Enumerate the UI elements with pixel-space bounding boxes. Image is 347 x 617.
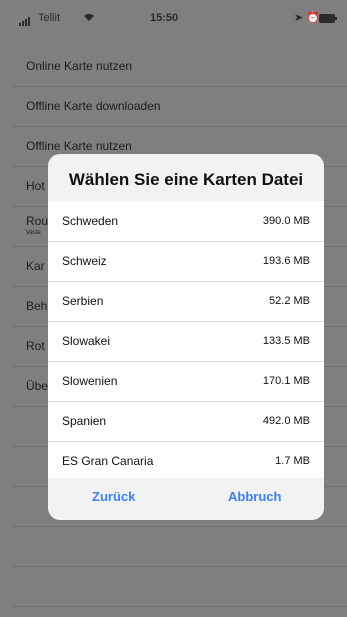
menu-item-empty	[13, 566, 347, 607]
menu-item-label: Online Karte nutzen	[26, 59, 133, 73]
alarm-icon: ⏰	[306, 12, 320, 24]
file-row[interactable]: Spanien 492.0 MB	[48, 401, 324, 442]
file-row[interactable]: Slowakei 133.5 MB	[48, 321, 324, 362]
map-file-list[interactable]: Schweden 390.0 MB Schweiz 193.6 MB Serbi…	[48, 201, 324, 478]
wifi-icon	[83, 12, 95, 25]
map-file-dialog: Wählen Sie eine Karten Datei Schweden 39…	[48, 154, 324, 520]
battery-icon	[319, 14, 337, 23]
file-size: 133.5 MB	[262, 335, 310, 347]
file-name: Slowenien	[62, 374, 118, 388]
file-name: Serbien	[62, 294, 104, 308]
menu-item-label: Beh	[26, 299, 48, 313]
screen: Tellit 15:50 ➤ ⏰ Online Karte nutzen Off…	[0, 0, 347, 617]
menu-item-label: Offline Karte nutzen	[26, 139, 132, 153]
file-name: Slowakei	[62, 334, 111, 348]
file-size: 390.0 MB	[262, 215, 310, 227]
file-size: 170.1 MB	[262, 375, 310, 387]
status-bar: Tellit 15:50 ➤ ⏰	[0, 0, 347, 40]
file-name: Schweden	[62, 214, 119, 228]
menu-item-label: Rot	[26, 339, 45, 353]
file-size: 193.6 MB	[262, 255, 310, 267]
menu-item-sublabel: Vaste	[26, 230, 41, 236]
file-size: 1.7 MB	[275, 455, 310, 467]
file-size: 492.0 MB	[262, 415, 310, 427]
menu-item-label: Offline Karte downloaden	[26, 99, 161, 113]
file-row[interactable]: ES Gran Canaria 1.7 MB	[48, 441, 324, 478]
menu-item-label: Übe	[26, 379, 49, 393]
menu-item-online-map[interactable]: Online Karte nutzen	[13, 46, 347, 87]
cancel-button[interactable]: Abbruch	[228, 489, 281, 504]
status-time: 15:50	[150, 12, 179, 24]
location-arrow-icon: ➤	[294, 12, 304, 24]
menu-item-label: Rou	[26, 214, 49, 228]
file-name: Spanien	[62, 414, 107, 428]
file-row[interactable]: Serbien 52.2 MB	[48, 281, 324, 322]
back-button[interactable]: Zurück	[92, 489, 135, 504]
menu-item-offline-download[interactable]: Offline Karte downloaden	[13, 86, 347, 127]
menu-item-label: Kar	[26, 259, 45, 273]
file-row[interactable]: Slowenien 170.1 MB	[48, 361, 324, 402]
signal-icon	[19, 14, 31, 26]
carrier-label: Tellit	[38, 12, 61, 24]
file-name: Schweiz	[62, 254, 107, 268]
dialog-title: Wählen Sie eine Karten Datei	[68, 170, 304, 189]
file-size: 52.2 MB	[269, 295, 310, 307]
file-row[interactable]: Schweiz 193.6 MB	[48, 241, 324, 282]
menu-item-empty	[13, 526, 347, 567]
file-name: ES Gran Canaria	[62, 454, 154, 468]
file-row[interactable]: Schweden 390.0 MB	[48, 201, 324, 242]
menu-item-label: Hot	[26, 179, 45, 193]
